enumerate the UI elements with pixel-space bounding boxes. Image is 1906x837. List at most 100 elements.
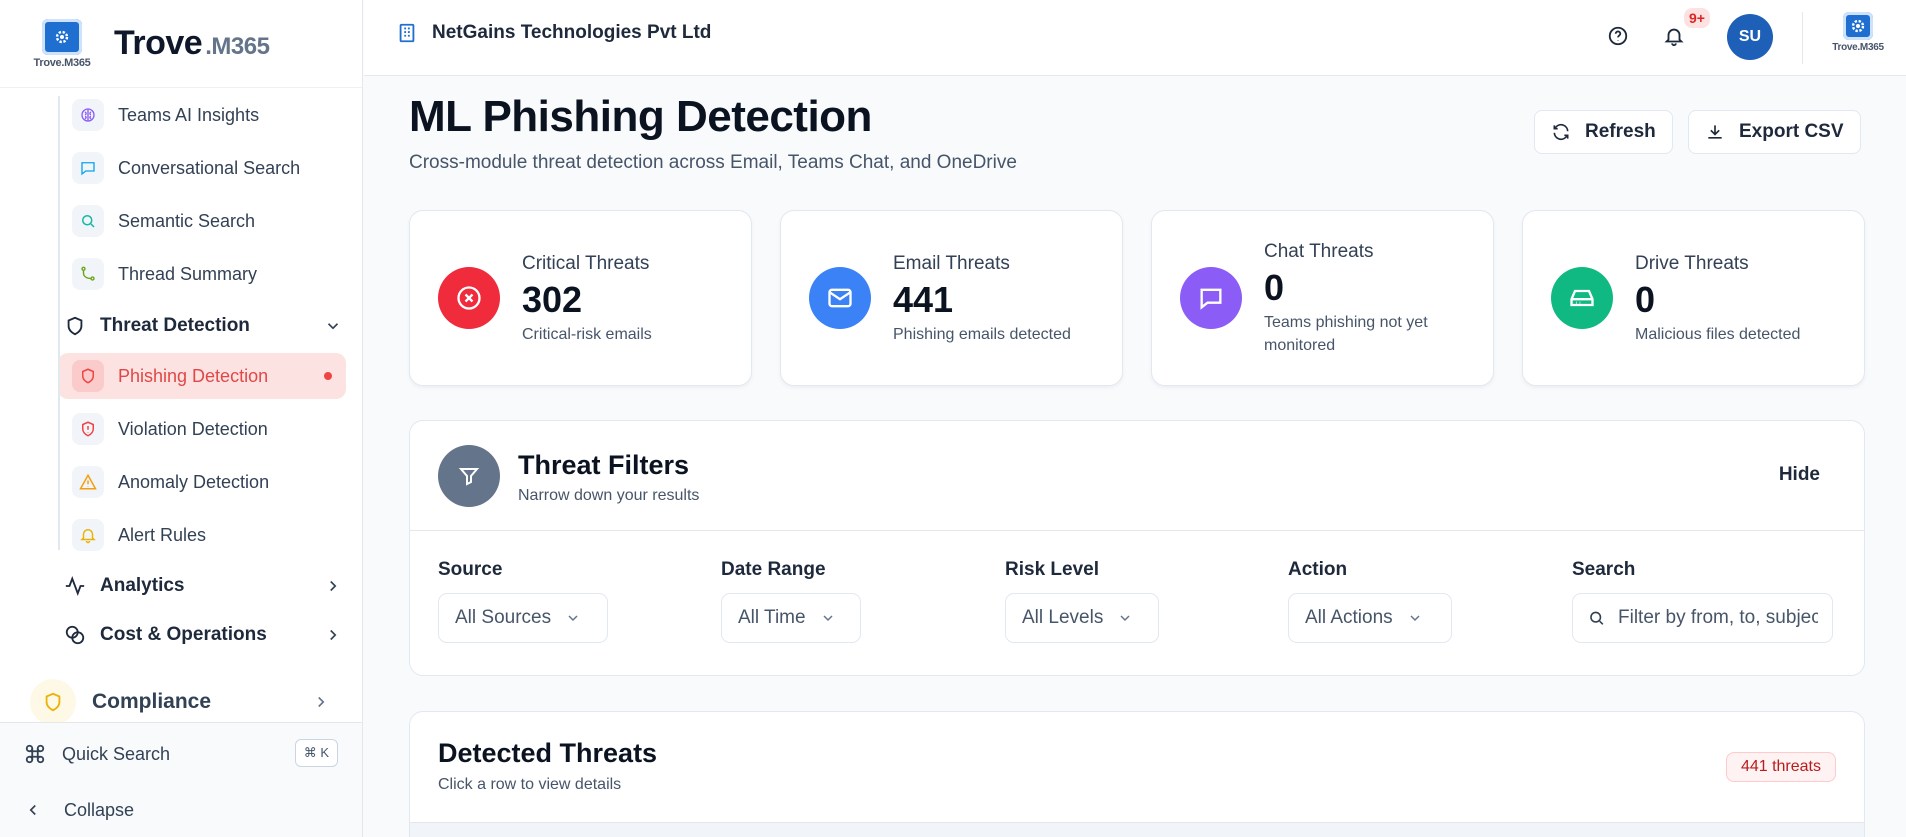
filter-action: Action All Actions: [1288, 559, 1452, 643]
filters-subtitle: Narrow down your results: [518, 487, 700, 504]
select-value: All Levels: [1022, 607, 1104, 628]
refresh-button[interactable]: Refresh: [1534, 110, 1673, 154]
org-name: NetGains Technologies Pvt Ltd: [432, 22, 712, 43]
download-icon: [1708, 125, 1722, 139]
risk-level-select[interactable]: All Levels: [1005, 593, 1159, 643]
export-csv-button[interactable]: Export CSV: [1688, 110, 1861, 154]
detected-subtitle: Click a row to view details: [438, 776, 622, 793]
brain-icon: [72, 99, 104, 131]
logo-caption: Trove.M365: [1832, 42, 1884, 53]
sidebar-item-label: Semantic Search: [118, 210, 256, 231]
refresh-label: Refresh: [1585, 121, 1656, 142]
sidebar-item-semantic-search[interactable]: Semantic Search: [58, 198, 346, 244]
search-field[interactable]: [1572, 593, 1833, 643]
top-header: NetGains Technologies Pvt Ltd 9+ SU Trov…: [364, 0, 1906, 76]
filters-header: Threat Filters Narrow down your results …: [410, 421, 1864, 531]
brand-name-text: Trove: [114, 24, 203, 62]
stat-title: Drive Threats: [1635, 253, 1749, 274]
command-icon: [25, 744, 45, 764]
search-icon: [72, 205, 104, 237]
filters-title: Threat Filters: [518, 450, 690, 480]
logo-icon: [42, 18, 82, 55]
refresh-icon: [1553, 123, 1569, 141]
stat-desc: Malicious files detected: [1635, 326, 1801, 343]
stat-value: 441: [893, 279, 954, 320]
shield-alert-icon: [72, 413, 104, 445]
sidebar-section-compliance[interactable]: Compliance: [30, 678, 340, 726]
sidebar-item-label: Anomaly Detection: [118, 471, 270, 492]
compliance-label: Compliance: [92, 690, 212, 713]
stat-title: Critical Threats: [522, 253, 650, 274]
sidebar-item-phishing-detection[interactable]: Phishing Detection: [58, 353, 346, 399]
filter-date-range: Date Range All Time: [721, 559, 861, 643]
search-icon: [1590, 611, 1604, 625]
bell-icon: [72, 519, 104, 551]
filter-label: Search: [1572, 559, 1636, 580]
chat-icon: [72, 152, 104, 184]
filter-source: Source All Sources: [438, 559, 608, 643]
chevron-down-icon: [1120, 615, 1130, 622]
stat-value: 0: [1635, 279, 1656, 320]
brand-logo[interactable]: Trove.M365: [28, 18, 96, 69]
sidebar-item-label: Violation Detection: [118, 418, 268, 439]
brand-suffix: .M365: [205, 33, 270, 60]
sidebar-item-violation-detection[interactable]: Violation Detection: [58, 406, 346, 452]
export-label: Export CSV: [1739, 121, 1844, 142]
quick-search-button[interactable]: Quick Search ⌘ K: [24, 737, 338, 771]
filter-label: Date Range: [721, 559, 826, 580]
stat-desc: Phishing emails detected: [893, 326, 1071, 343]
git-branch-icon: [72, 258, 104, 290]
chevron-left-icon: [29, 804, 36, 816]
sidebar-footer: Quick Search ⌘ K Collapse: [0, 722, 362, 837]
page-title: ML Phishing Detection: [409, 92, 872, 141]
activity-icon: [62, 573, 88, 599]
quick-search-label: Quick Search: [62, 743, 171, 764]
message-icon: [1180, 267, 1242, 329]
stat-value: 302: [522, 279, 583, 320]
date-range-select[interactable]: All Time: [721, 593, 861, 643]
threat-filters-panel: Threat Filters Narrow down your results …: [409, 420, 1865, 676]
brand: Trove.M365 Trove .M365: [0, 0, 362, 88]
sidebar-group-label: Threat Detection: [100, 315, 250, 336]
hide-filters-button[interactable]: Hide: [1779, 464, 1820, 486]
help-icon: [1608, 26, 1628, 46]
coins-icon: [62, 622, 88, 648]
collapse-label: Collapse: [64, 799, 135, 820]
threat-count-badge: 441 threats: [1725, 752, 1836, 782]
logo-icon: [1843, 12, 1873, 40]
filter-search: Search: [1572, 559, 1833, 643]
shield-icon: [72, 360, 104, 392]
main-content: ML Phishing Detection Cross-module threa…: [364, 77, 1906, 837]
chevron-down-icon: [327, 323, 339, 330]
page-subtitle: Cross-module threat detection across Ema…: [409, 152, 1017, 173]
active-indicator-dot: [324, 372, 332, 380]
stat-desc: Teams phishing not yet monitored: [1264, 314, 1428, 354]
search-input[interactable]: [1618, 607, 1818, 629]
select-value: All Sources: [455, 607, 552, 628]
select-value: All Time: [738, 607, 806, 628]
sidebar-item-alert-rules[interactable]: Alert Rules: [58, 512, 346, 558]
collapse-button[interactable]: Collapse: [24, 793, 134, 827]
sidebar-item-teams-ai-insights[interactable]: Teams AI Insights: [58, 92, 346, 138]
sidebar-item-thread-summary[interactable]: Thread Summary: [58, 251, 346, 297]
sidebar-group-analytics[interactable]: Analytics: [58, 563, 346, 609]
chevron-right-icon: [318, 696, 325, 708]
filter-risk-level: Risk Level All Levels: [1005, 559, 1159, 643]
sidebar-item-label: Teams AI Insights: [118, 104, 260, 125]
select-value: All Actions: [1305, 607, 1393, 628]
avatar[interactable]: SU: [1727, 14, 1773, 60]
stat-card-chat: Chat Threats 0 Teams phishing not yet mo…: [1151, 210, 1494, 386]
sidebar-group-threat-detection[interactable]: Threat Detection: [58, 303, 346, 349]
sidebar-group-cost-operations[interactable]: Cost & Operations: [58, 612, 346, 658]
source-select[interactable]: All Sources: [438, 593, 608, 643]
building-icon: [399, 23, 415, 43]
mail-icon: [809, 267, 871, 329]
org-switcher[interactable]: NetGains Technologies Pvt Ltd: [396, 22, 711, 44]
help-button[interactable]: [1600, 18, 1636, 54]
action-select[interactable]: All Actions: [1288, 593, 1452, 643]
sidebar-item-conversational-search[interactable]: Conversational Search: [58, 145, 346, 191]
x-circle-icon: [438, 267, 500, 329]
shield-icon: [62, 313, 88, 339]
sidebar-item-anomaly-detection[interactable]: Anomaly Detection: [58, 459, 346, 505]
sidebar-group-label: Analytics: [100, 575, 185, 596]
